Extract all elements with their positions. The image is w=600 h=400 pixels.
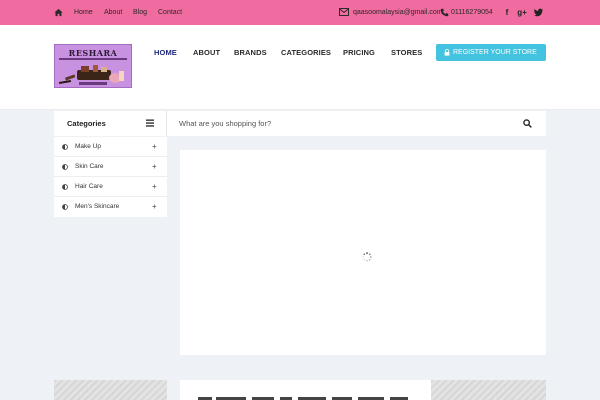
top-bar: Home About Blog Contact qaasoomalaysia@g… [0, 0, 600, 25]
category-label: Hair Care [75, 183, 103, 190]
logo-cosmetics-illustration [55, 62, 131, 87]
mail-icon [339, 8, 349, 16]
topbar-link-about[interactable]: About [104, 8, 122, 17]
category-label: Make Up [75, 143, 102, 150]
facebook-icon[interactable]: f [502, 7, 512, 18]
promo-banner-right[interactable] [431, 380, 546, 400]
category-item-makeup[interactable]: Make Up + [54, 137, 167, 157]
register-store-label: REGISTER YOUR STORE [453, 49, 537, 56]
site-logo[interactable]: RESHARA [54, 44, 132, 88]
site-header: RESHARA HOME ABOUT BRANDS CATEGORIES PRI… [0, 25, 600, 110]
promo-banner-center [180, 380, 431, 400]
nav-stores[interactable]: STORES [391, 48, 422, 57]
nav-home[interactable]: HOME [154, 48, 177, 57]
category-list: Make Up + Skin Care + Hair Care + Men's … [54, 137, 167, 217]
google-plus-icon[interactable]: g+ [517, 7, 527, 18]
truncated-heading-text [198, 397, 408, 400]
half-circle-icon [62, 184, 68, 190]
nav-about[interactable]: ABOUT [193, 48, 220, 57]
half-circle-icon [62, 144, 68, 150]
half-circle-icon [62, 164, 68, 170]
search-icon[interactable] [523, 119, 532, 128]
expand-plus-icon[interactable]: + [152, 142, 157, 151]
categories-toggle[interactable]: Categories [54, 111, 167, 136]
topbar-link-home[interactable]: Home [74, 8, 93, 17]
logo-tagline-bar [59, 58, 127, 60]
category-label: Men's Skincare [75, 203, 120, 210]
promo-banner-left[interactable] [54, 380, 167, 400]
topbar-link-blog[interactable]: Blog [133, 8, 147, 17]
search-input[interactable] [179, 117, 479, 129]
loading-spinner-icon [362, 252, 372, 262]
categories-title: Categories [67, 119, 106, 128]
category-item-haircare[interactable]: Hair Care + [54, 177, 167, 197]
expand-plus-icon[interactable]: + [152, 202, 157, 211]
phone-icon [440, 8, 449, 17]
twitter-icon[interactable] [534, 8, 543, 17]
expand-plus-icon[interactable]: + [152, 162, 157, 171]
search-bar [167, 111, 546, 136]
nav-pricing[interactable]: PRICING [343, 48, 375, 57]
expand-plus-icon[interactable]: + [152, 182, 157, 191]
nav-brands[interactable]: BRANDS [234, 48, 267, 57]
register-store-button[interactable]: REGISTER YOUR STORE [436, 44, 546, 61]
category-item-mens-skincare[interactable]: Men's Skincare + [54, 197, 167, 217]
lock-icon [444, 49, 450, 56]
contact-email[interactable]: qaasoomalaysia@gmail.com [353, 8, 443, 17]
half-circle-icon [62, 204, 68, 210]
nav-categories[interactable]: CATEGORIES [281, 48, 331, 57]
hamburger-menu-icon[interactable] [146, 119, 154, 127]
topbar-link-contact[interactable]: Contact [158, 8, 182, 17]
home-icon[interactable] [54, 8, 63, 17]
contact-phone[interactable]: 01116279054 [451, 8, 493, 17]
logo-wordmark: RESHARA [68, 48, 118, 58]
category-item-skincare[interactable]: Skin Care + [54, 157, 167, 177]
category-label: Skin Care [75, 163, 104, 170]
